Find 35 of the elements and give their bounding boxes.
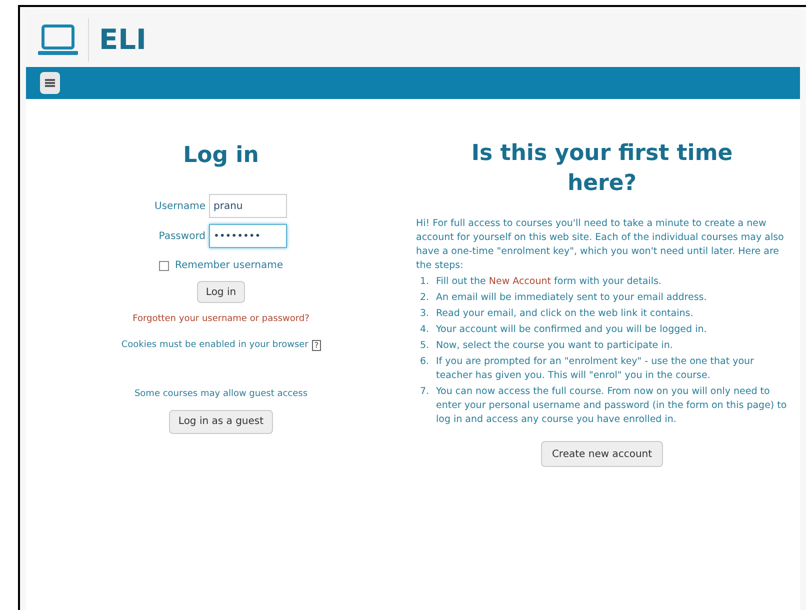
login-title: Log in [183, 142, 259, 170]
intro-paragraph: Hi! For full access to courses you'll need to take a minute to create a new account for yourself on this web site. Each of the individual courses may also have a one-time "enrolment key", which you won't need until later. Here are the steps: [416, 217, 785, 273]
step-number: 2. [420, 291, 430, 305]
create-account-button[interactable]: Create new account [540, 441, 664, 467]
step-number: 6. [420, 355, 430, 369]
input-field[interactable]: •••••••• [209, 224, 288, 248]
step-text: If you are prompted for an "enrolment key" - use the one that your teacher has given you. This will "enrol" you in the course. [436, 355, 755, 383]
laptop-icon [38, 23, 78, 57]
cookies-note: Cookies must be enabled in your browser [121, 338, 308, 352]
login-button[interactable]: Log in [196, 281, 246, 303]
menu-button[interactable] [40, 72, 60, 94]
step-text: Your account will be confirmed and you will be logged in. [436, 323, 707, 337]
step-text: An email will be immediately sent to your email address. [436, 291, 707, 305]
step-number: 3. [420, 307, 430, 321]
step-number: 1. [420, 275, 430, 289]
forgot-link[interactable]: Forgotten your username or password? [132, 313, 310, 326]
step-text: Read your email, and click on the web link it contains. [436, 307, 694, 321]
field-label: Username [154, 200, 206, 214]
guest-login-button[interactable]: Log in as a guest [169, 410, 273, 434]
remember-label: Remember username [174, 259, 284, 273]
input-field[interactable]: pranu [209, 194, 288, 218]
new-account-link[interactable]: New Account [488, 276, 552, 287]
step-text: Fill out the New Account form with your details. [436, 275, 662, 289]
help-icon[interactable]: ? [312, 340, 321, 351]
step-number: 7. [420, 385, 430, 399]
checkbox[interactable] [158, 260, 169, 270]
step-text: Now, select the course you want to participate in. [436, 339, 673, 353]
field-label: Password [158, 230, 206, 244]
step-number: 5. [420, 339, 430, 353]
step-number: 4. [420, 323, 430, 337]
signup-title: Is this your first time here? [470, 140, 734, 198]
guest-note: Some courses may allow guest access [134, 388, 308, 401]
site-name[interactable]: ELI [99, 19, 146, 61]
step-text: You can now access the full course. From now on you will only need to enter your personal username and password (in the form on this page) to log in and access any course you have enrolled in. [436, 385, 788, 427]
menu-icon [45, 78, 55, 88]
